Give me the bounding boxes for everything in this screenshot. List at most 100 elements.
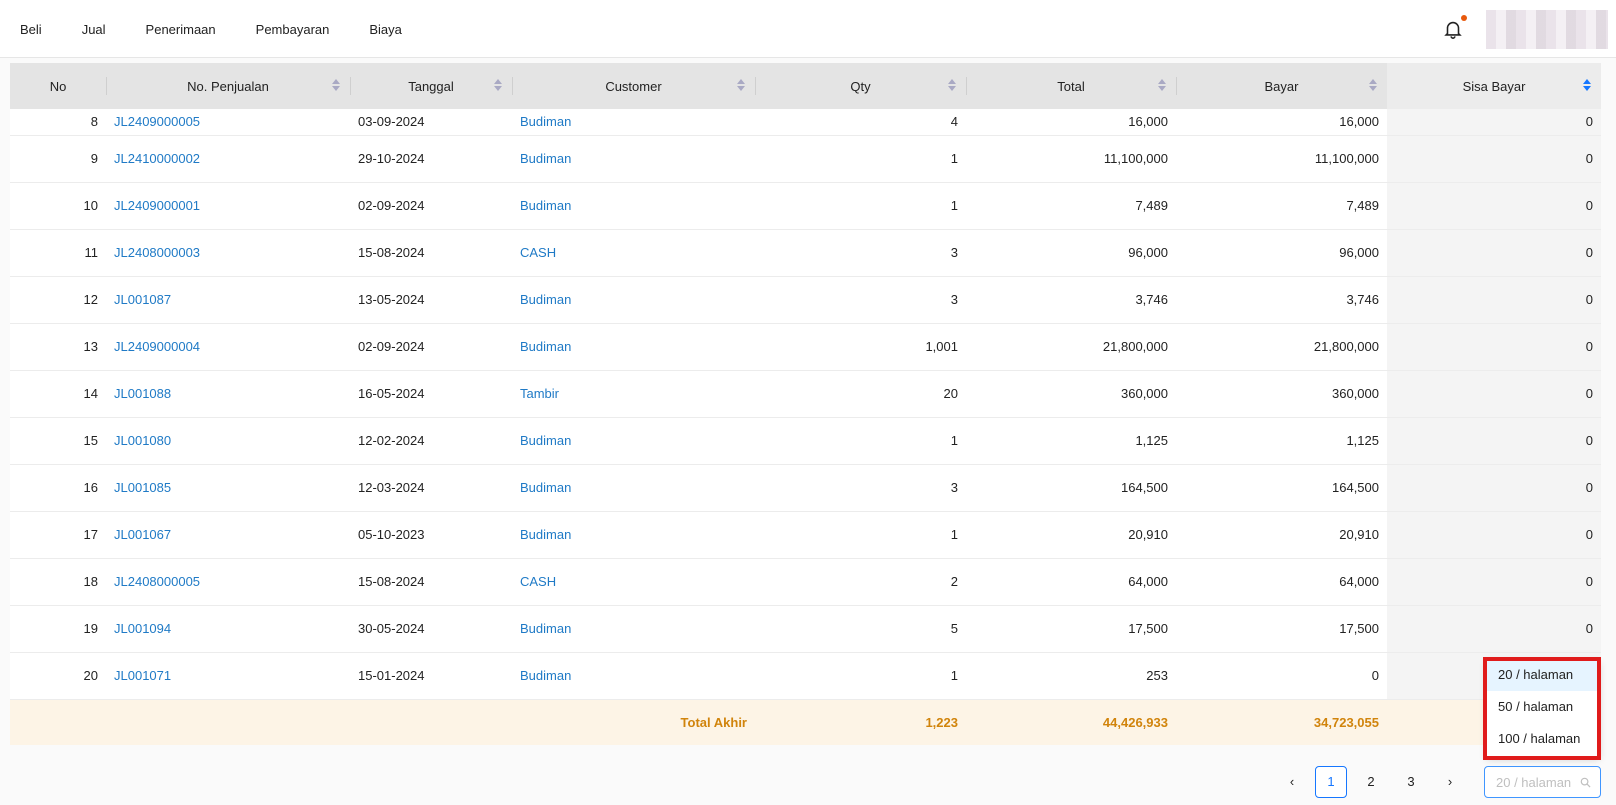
row-no: 15 [10,417,106,465]
row-remaining: 0 [1387,135,1601,183]
row-no: 20 [10,652,106,700]
row-paid: 96,000 [1176,229,1387,277]
main-nav: Beli Jual Penerimaan Pembayaran Biaya [20,0,442,58]
invoice-link[interactable]: JL001094 [106,605,350,653]
page-size-select[interactable]: 20 / halaman [1484,766,1601,798]
header-no-penjualan[interactable]: No. Penjualan [106,63,350,109]
customer-link[interactable]: Budiman [512,417,755,465]
row-date: 30-05-2024 [350,605,512,653]
row-remaining: 0 [1387,605,1601,653]
header-total[interactable]: Total [966,63,1176,109]
row-date: 12-03-2024 [350,464,512,512]
header-customer[interactable]: Customer [512,63,755,109]
row-no: 12 [10,276,106,324]
row-total: 17,500 [966,605,1176,653]
pagination-page-1[interactable]: 1 [1315,766,1347,798]
sort-icon[interactable] [737,79,745,95]
nav-biaya[interactable]: Biaya [369,22,402,37]
row-date: 16-05-2024 [350,370,512,418]
row-paid: 1,125 [1176,417,1387,465]
header-sisa-bayar[interactable]: Sisa Bayar [1387,63,1601,109]
row-total: 64,000 [966,558,1176,606]
sort-icon[interactable] [1158,79,1166,95]
row-paid: 21,800,000 [1176,323,1387,371]
row-paid: 7,489 [1176,182,1387,230]
invoice-link[interactable]: JL001085 [106,464,350,512]
sort-icon[interactable] [332,79,340,95]
row-qty: 1 [755,417,966,465]
header-bayar[interactable]: Bayar [1176,63,1387,109]
top-navbar: Beli Jual Penerimaan Pembayaran Biaya [0,0,1616,58]
invoice-link[interactable]: JL2408000005 [106,558,350,606]
invoice-link[interactable]: JL2409000005 [106,109,350,136]
customer-link[interactable]: Budiman [512,276,755,324]
customer-link[interactable]: CASH [512,558,755,606]
row-date: 15-01-2024 [350,652,512,700]
customer-link[interactable]: Budiman [512,652,755,700]
row-paid: 3,746 [1176,276,1387,324]
invoice-link[interactable]: JL001080 [106,417,350,465]
row-no: 19 [10,605,106,653]
invoice-link[interactable]: JL001088 [106,370,350,418]
row-total: 11,100,000 [966,135,1176,183]
invoice-link[interactable]: JL2409000001 [106,182,350,230]
row-total: 1,125 [966,417,1176,465]
invoice-link[interactable]: JL001067 [106,511,350,559]
bell-icon[interactable] [1442,18,1464,40]
customer-link[interactable]: Budiman [512,182,755,230]
row-qty: 3 [755,229,966,277]
nav-beli[interactable]: Beli [20,22,42,37]
invoice-link[interactable]: JL2409000004 [106,323,350,371]
customer-link[interactable]: Tambir [512,370,755,418]
customer-link[interactable]: Budiman [512,323,755,371]
page-size-placeholder: 20 / halaman [1496,775,1572,790]
pagination-page-3[interactable]: 3 [1395,766,1427,798]
page-size-option-50[interactable]: 50 / halaman [1486,691,1600,723]
pagination-page-2[interactable]: 2 [1355,766,1387,798]
invoice-link[interactable]: JL001071 [106,652,350,700]
row-paid: 16,000 [1176,109,1387,136]
customer-link[interactable]: Budiman [512,511,755,559]
table-row: 10 JL2409000001 02-09-2024 Budiman 1 7,489 7,4… [10,182,1601,230]
sort-icon[interactable] [494,79,502,95]
nav-penerimaan[interactable]: Penerimaan [146,22,216,37]
row-remaining: 0 [1387,276,1601,324]
page-size-option-20[interactable]: 20 / halaman [1486,659,1600,691]
customer-link[interactable]: Budiman [512,605,755,653]
row-remaining: 0 [1387,323,1601,371]
sort-icon-active[interactable] [1583,79,1591,95]
row-date: 13-05-2024 [350,276,512,324]
table-row: 15 JL001080 12-02-2024 Budiman 1 1,125 1,125 0 [10,417,1601,465]
row-no: 17 [10,511,106,559]
row-qty: 1,001 [755,323,966,371]
summary-total: 44,426,933 [966,699,1176,745]
row-total: 96,000 [966,229,1176,277]
pagination-next-button[interactable]: › [1434,766,1466,798]
row-date: 12-02-2024 [350,417,512,465]
sort-icon[interactable] [948,79,956,95]
row-qty: 3 [755,464,966,512]
sort-icon[interactable] [1369,79,1377,95]
customer-link[interactable]: Budiman [512,135,755,183]
invoice-link[interactable]: JL2408000003 [106,229,350,277]
table-row: 13 JL2409000004 02-09-2024 Budiman 1,001 21,8… [10,323,1601,371]
customer-link[interactable]: CASH [512,229,755,277]
invoice-link[interactable]: JL001087 [106,276,350,324]
invoice-link[interactable]: JL2410000002 [106,135,350,183]
nav-pembayaran[interactable]: Pembayaran [256,22,330,37]
row-total: 253 [966,652,1176,700]
page-size-option-100[interactable]: 100 / halaman [1486,723,1600,755]
user-profile-avatar[interactable] [1486,10,1608,49]
row-remaining: 0 [1387,464,1601,512]
customer-link[interactable]: Budiman [512,464,755,512]
customer-link[interactable]: Budiman [512,109,755,136]
pagination-prev-button[interactable]: ‹ [1276,766,1308,798]
header-qty[interactable]: Qty [755,63,966,109]
header-tanggal[interactable]: Tanggal [350,63,512,109]
nav-jual[interactable]: Jual [82,22,106,37]
row-no: 18 [10,558,106,606]
row-remaining: 0 [1387,229,1601,277]
table-row: 19 JL001094 30-05-2024 Budiman 5 17,500 17,500… [10,605,1601,653]
summary-qty: 1,223 [755,699,966,745]
row-qty: 5 [755,605,966,653]
